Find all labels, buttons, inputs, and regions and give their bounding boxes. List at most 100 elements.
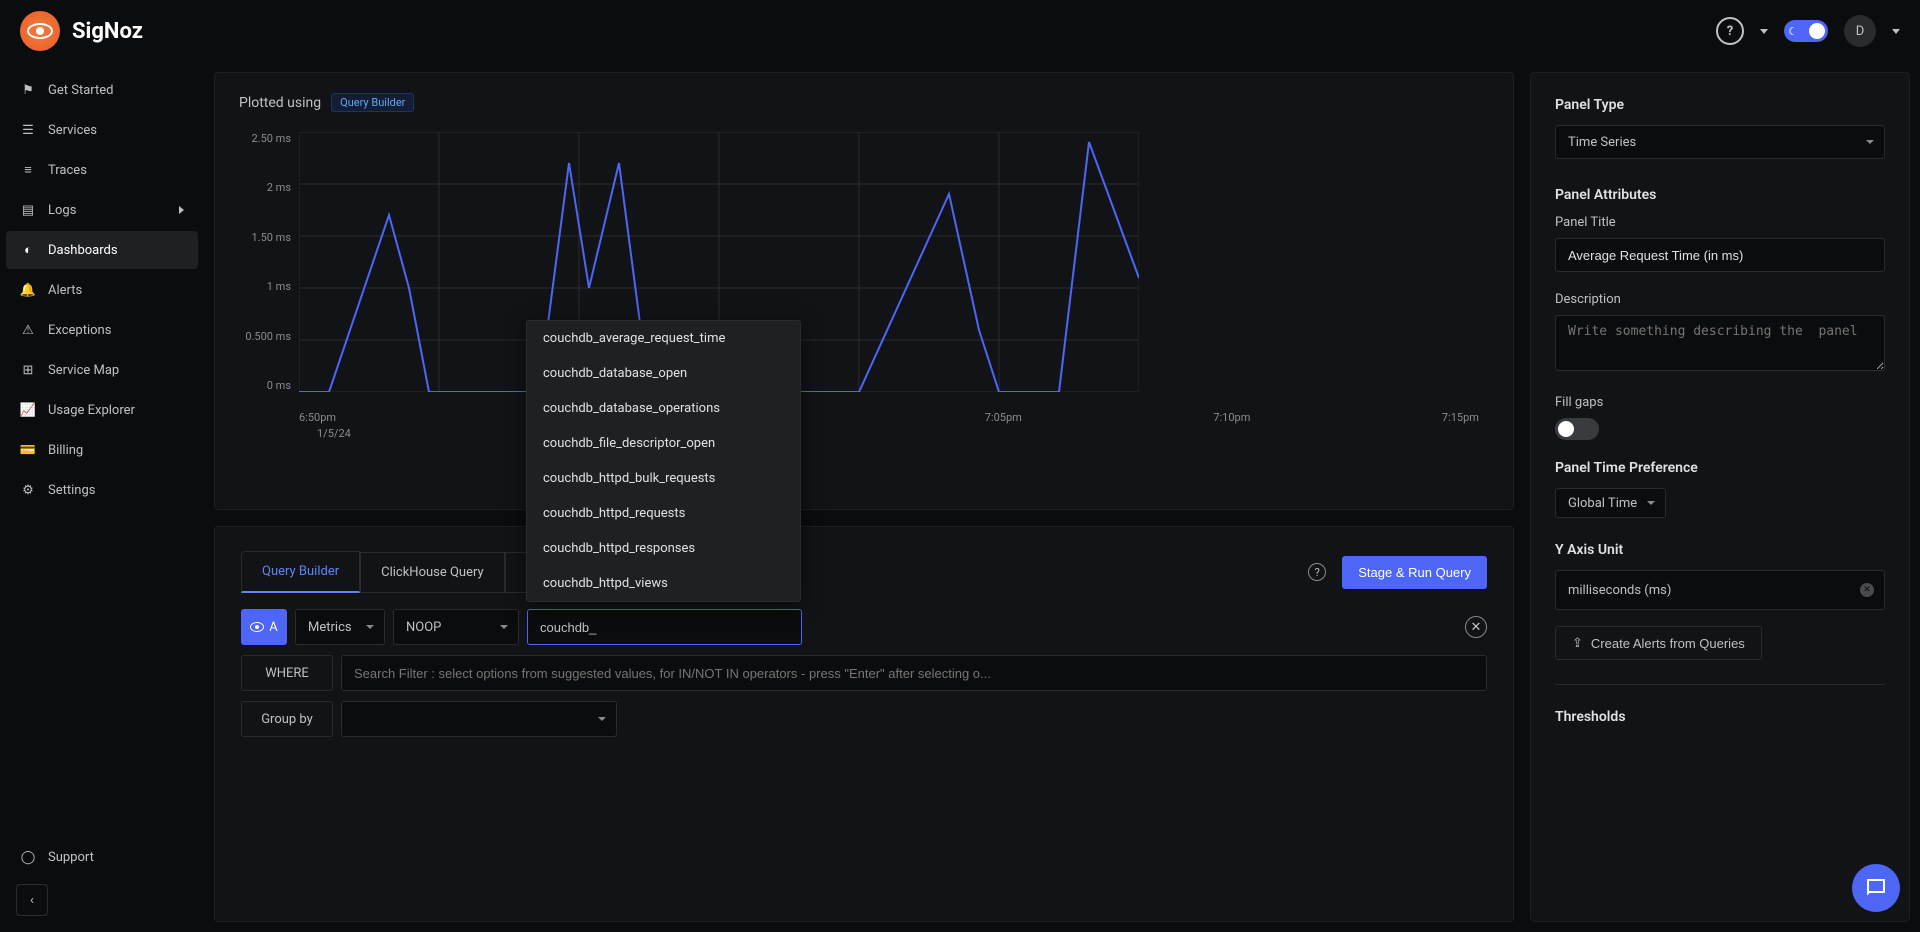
sidebar-item-label: Support (48, 850, 94, 865)
sidebar-item-label: Billing (48, 443, 83, 458)
sidebar-item-get-started[interactable]: ⚑ Get Started (6, 71, 198, 109)
group-by-label: Group by (241, 701, 333, 737)
aggregation-select[interactable]: NOOP (393, 609, 519, 645)
dropdown-option[interactable]: couchdb_httpd_views (527, 566, 800, 601)
run-query-button[interactable]: Stage & Run Query (1342, 556, 1487, 589)
where-label: WHERE (241, 655, 333, 691)
sidebar-item-label: Dashboards (48, 243, 118, 258)
description-label: Description (1555, 292, 1885, 307)
group-by-select[interactable] (341, 701, 617, 737)
sidebar: ⚑ Get Started ☰ Services ≡ Traces ▤ Logs… (0, 62, 204, 932)
sidebar-item-label: Get Started (48, 83, 113, 98)
sidebar-item-usage-explorer[interactable]: 📈 Usage Explorer (6, 391, 198, 429)
query-panel: Query Builder ClickHouse Query PromQL ? … (214, 526, 1514, 922)
tab-query-builder[interactable]: Query Builder (241, 551, 360, 593)
x-axis: 6:50pm 6:55pm 7:00pm 7:05pm 7:10pm 7:15p… (299, 411, 1479, 424)
bars-icon: ☰ (20, 122, 36, 138)
fill-gaps-label: Fill gaps (1555, 395, 1885, 410)
sidebar-item-label: Usage Explorer (48, 403, 135, 418)
panel-type-heading: Panel Type (1555, 97, 1885, 113)
sidebar-item-label: Services (48, 123, 97, 138)
avatar[interactable]: D (1844, 15, 1876, 47)
chat-widget-button[interactable] (1852, 864, 1900, 912)
sidebar-item-service-map[interactable]: ⊞ Service Map (6, 351, 198, 389)
source-select[interactable]: Metrics (295, 609, 385, 645)
create-alerts-button[interactable]: ⇪ Create Alerts from Queries (1555, 626, 1762, 660)
help-icon[interactable]: ? (1716, 17, 1744, 45)
metric-dropdown: couchdb_average_request_time couchdb_dat… (526, 320, 801, 602)
sidebar-item-label: Service Map (48, 363, 119, 378)
sidebar-item-traces[interactable]: ≡ Traces (6, 151, 198, 189)
tab-clickhouse[interactable]: ClickHouse Query (360, 552, 505, 593)
fill-gaps-toggle[interactable] (1555, 418, 1599, 440)
export-icon: ⇪ (1572, 635, 1583, 651)
bell-icon: 🔔 (20, 282, 36, 298)
sidebar-item-label: Traces (48, 163, 87, 178)
panel-type-select[interactable]: Time Series (1555, 125, 1885, 159)
dropdown-option[interactable]: couchdb_database_open (527, 356, 800, 391)
bug-icon: ⚠ (20, 322, 36, 338)
chart-panel: Plotted using Query Builder 2.50 ms 2 ms… (214, 72, 1514, 510)
thresholds-heading: Thresholds (1555, 709, 1885, 725)
card-icon: 💳 (20, 442, 36, 458)
panel-title-label: Panel Title (1555, 215, 1885, 230)
sidebar-item-alerts[interactable]: 🔔 Alerts (6, 271, 198, 309)
moon-icon: ☾ (1788, 25, 1798, 38)
chart-area: 2.50 ms 2 ms 1.50 ms 1 ms 0.500 ms 0 ms (239, 132, 1489, 452)
eye-icon (250, 622, 264, 632)
list-icon: ≡ (20, 162, 36, 178)
dropdown-option[interactable]: couchdb_httpd_bulk_requests (527, 461, 800, 496)
time-pref-heading: Panel Time Preference (1555, 460, 1885, 476)
logo-icon (20, 11, 60, 51)
plotted-using-label: Plotted using (239, 95, 321, 111)
sidebar-item-support[interactable]: ◯ Support (6, 838, 198, 876)
sidebar-item-billing[interactable]: 💳 Billing (6, 431, 198, 469)
y-axis-unit-select[interactable]: milliseconds (ms) ✕ (1555, 570, 1885, 610)
query-visibility-toggle[interactable]: A (241, 609, 287, 645)
gauge-icon: ◐ (20, 242, 36, 258)
sidebar-item-label: Settings (48, 483, 95, 498)
sidebar-item-services[interactable]: ☰ Services (6, 111, 198, 149)
gear-icon: ⚙ (20, 482, 36, 498)
description-textarea[interactable] (1555, 315, 1885, 371)
panel-attributes-heading: Panel Attributes (1555, 187, 1885, 203)
chevron-right-icon (179, 206, 184, 214)
help-icon[interactable]: ? (1308, 563, 1326, 581)
chevron-down-icon[interactable] (1760, 29, 1768, 34)
panel-title-input[interactable] (1555, 238, 1885, 272)
rocket-icon: ⚑ (20, 82, 36, 98)
logs-icon: ▤ (20, 202, 36, 218)
metric-input[interactable] (527, 609, 802, 645)
time-preference-select[interactable]: Global Time (1555, 488, 1666, 518)
dropdown-option[interactable]: couchdb_database_operations (527, 391, 800, 426)
collapse-sidebar-button[interactable]: ‹ (16, 884, 48, 916)
chevron-left-icon: ‹ (30, 893, 34, 908)
y-axis: 2.50 ms 2 ms 1.50 ms 1 ms 0.500 ms 0 ms (239, 132, 291, 392)
header: SigNoz ? ☾ D (0, 0, 1920, 62)
map-icon: ⊞ (20, 362, 36, 378)
chart-icon: 📈 (20, 402, 36, 418)
dropdown-option[interactable]: couchdb_httpd_responses (527, 531, 800, 566)
sidebar-item-label: Exceptions (48, 323, 111, 338)
sidebar-item-dashboards[interactable]: ◐ Dashboards (6, 231, 198, 269)
sidebar-item-exceptions[interactable]: ⚠ Exceptions (6, 311, 198, 349)
sidebar-item-label: Alerts (48, 283, 82, 298)
clear-query-button[interactable]: ✕ (1465, 616, 1487, 638)
sidebar-item-label: Logs (48, 203, 76, 218)
filter-input[interactable] (341, 655, 1487, 691)
divider (1555, 684, 1885, 685)
dropdown-option[interactable]: couchdb_average_request_time (527, 321, 800, 356)
close-icon: ✕ (1471, 620, 1482, 635)
support-icon: ◯ (20, 849, 36, 865)
x-axis-date: 1/5/24 (317, 427, 351, 440)
sidebar-item-settings[interactable]: ⚙ Settings (6, 471, 198, 509)
plotted-badge: Query Builder (331, 93, 414, 112)
chevron-down-icon[interactable] (1892, 29, 1900, 34)
clear-unit-button[interactable]: ✕ (1860, 583, 1874, 597)
y-axis-heading: Y Axis Unit (1555, 542, 1885, 558)
theme-toggle[interactable]: ☾ (1784, 20, 1828, 42)
dropdown-option[interactable]: couchdb_httpd_requests (527, 496, 800, 531)
dropdown-option[interactable]: couchdb_file_descriptor_open (527, 426, 800, 461)
sidebar-item-logs[interactable]: ▤ Logs (6, 191, 198, 229)
panel-settings: Panel Type Time Series Panel Attributes … (1530, 72, 1910, 922)
